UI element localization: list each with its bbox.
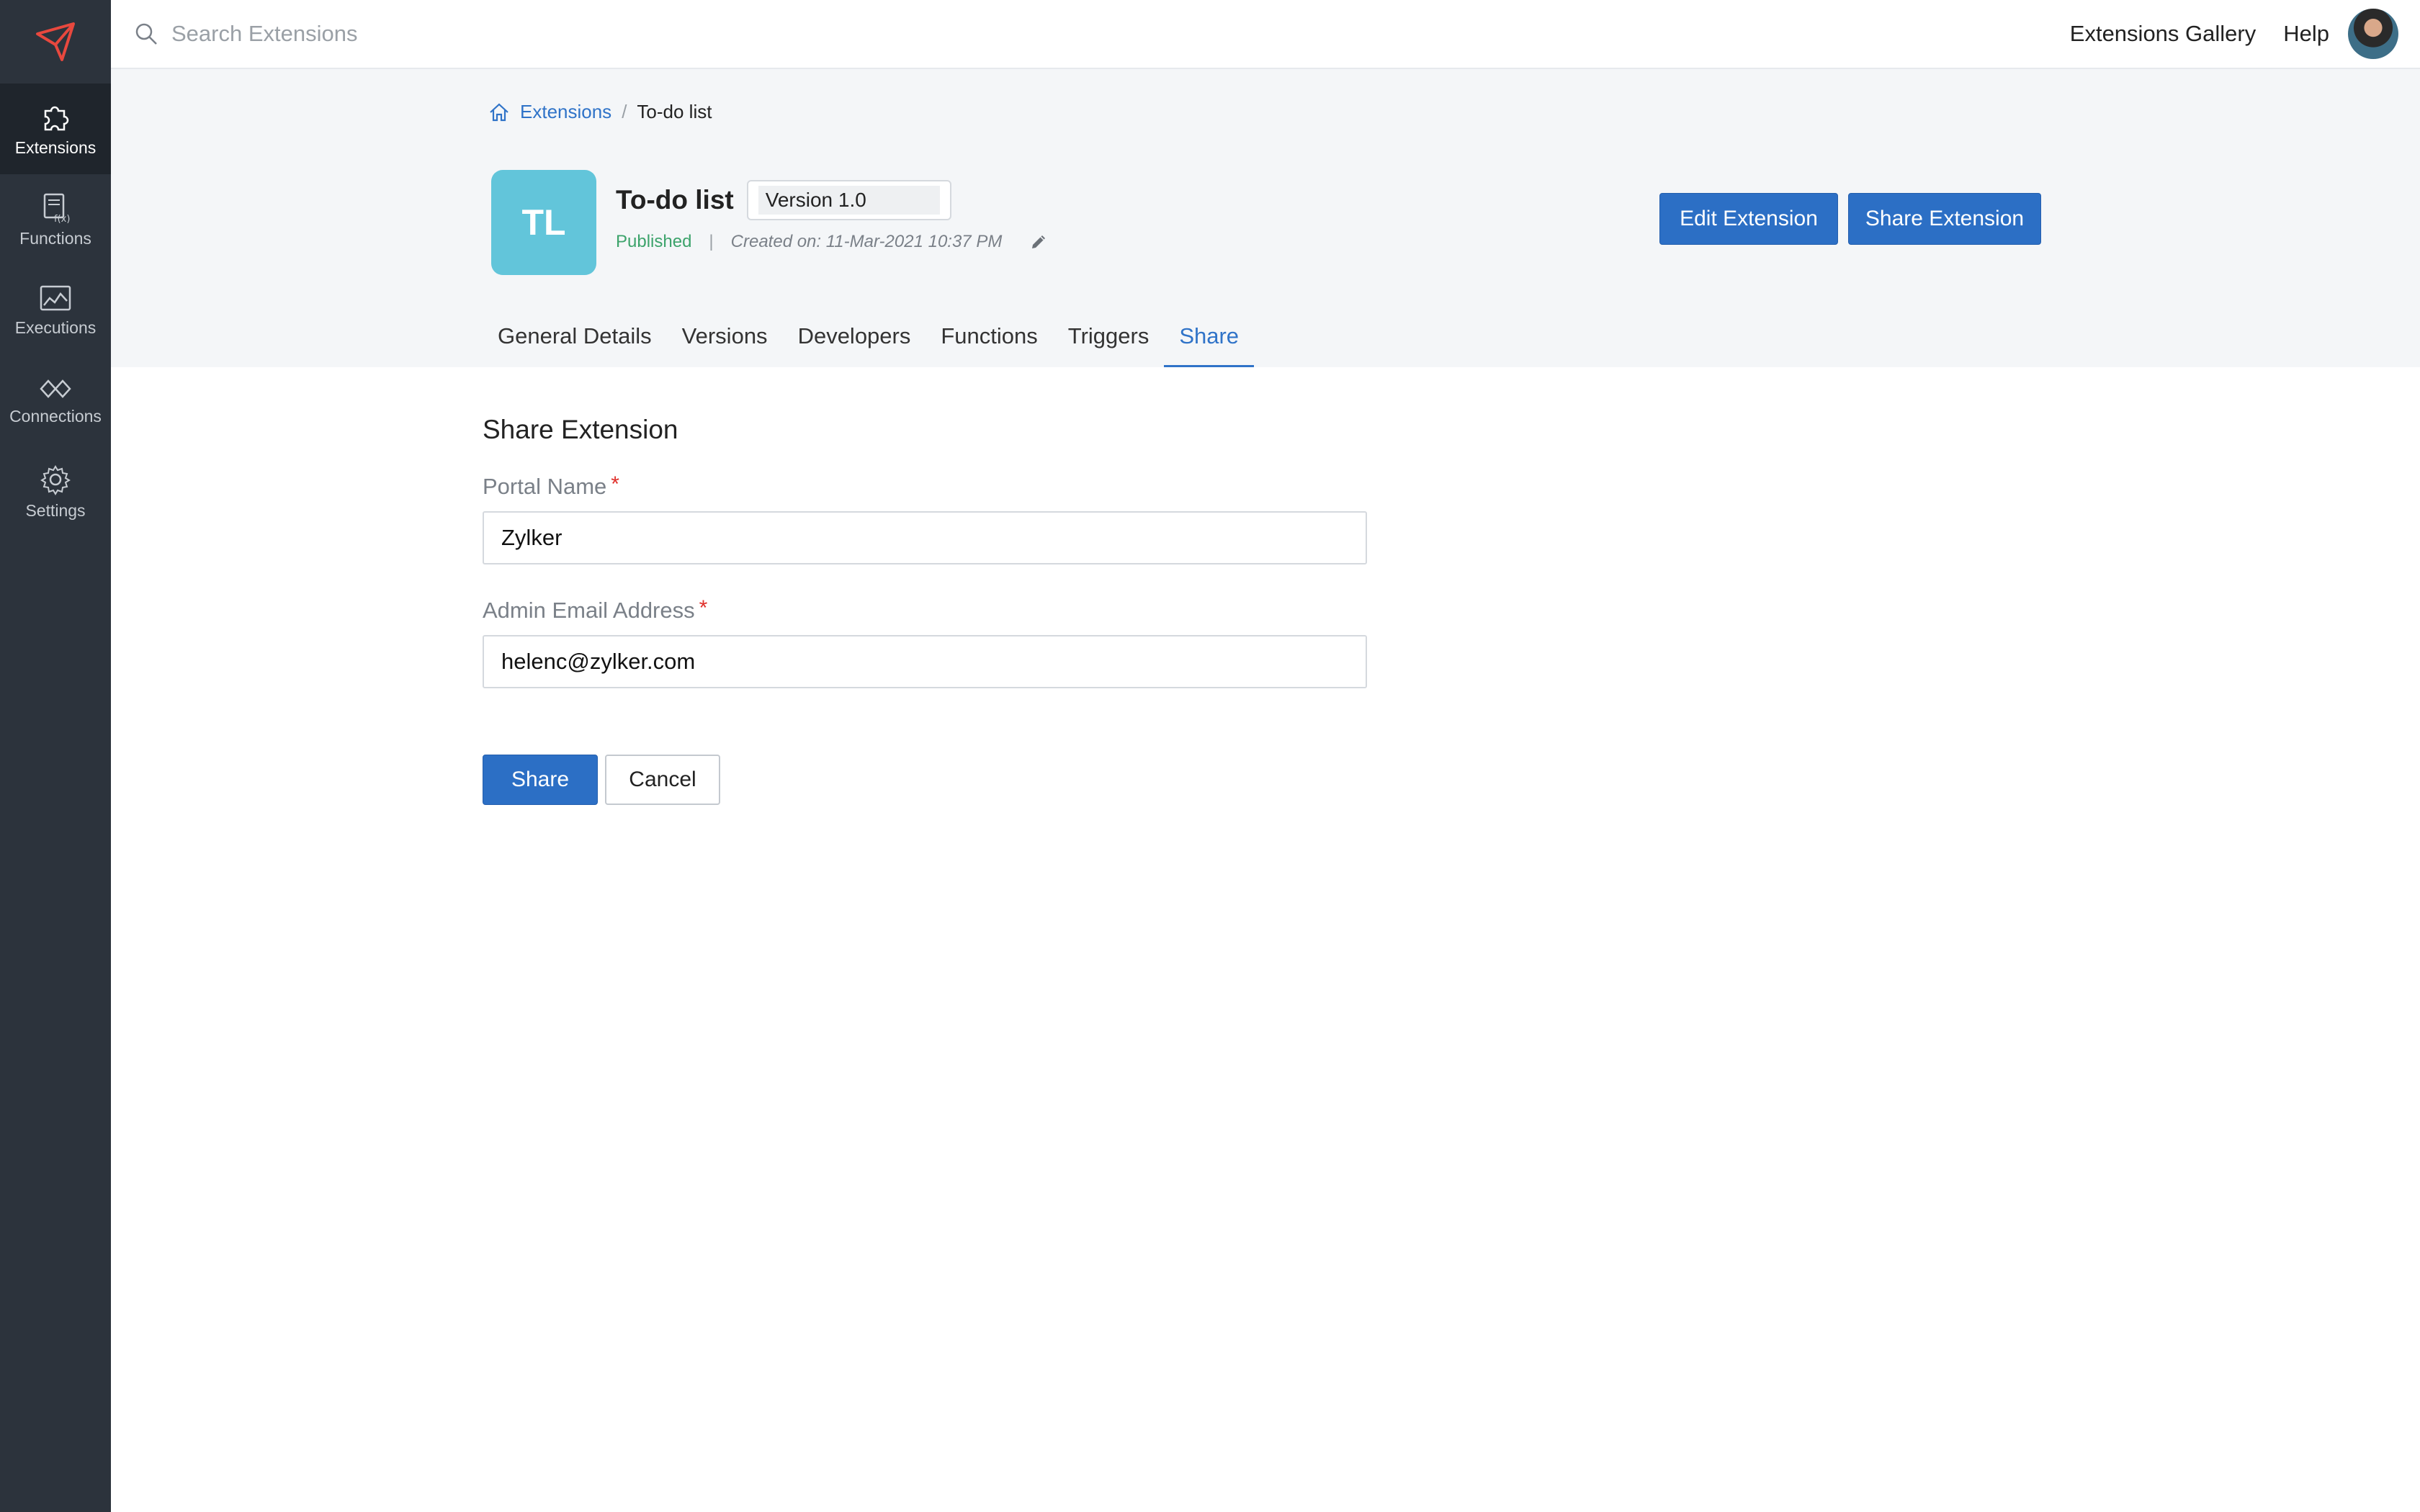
sidebar-item-executions[interactable]: Executions — [0, 265, 111, 356]
gear-icon — [40, 464, 71, 495]
portal-name-input[interactable] — [483, 511, 1367, 564]
connections-link-icon — [40, 379, 71, 398]
tab-bar: General Details Versions Developers Func… — [483, 307, 1255, 367]
help-link[interactable]: Help — [2283, 21, 2329, 47]
pencil-icon[interactable] — [1029, 233, 1048, 251]
share-button[interactable]: Share — [483, 755, 598, 805]
tab-general-details[interactable]: General Details — [483, 307, 667, 367]
breadcrumb-current: To-do list — [637, 101, 712, 122]
sidebar-item-functions[interactable]: f(x) Functions — [0, 174, 111, 265]
sidebar: Extensions f(x) Functions Executions Con… — [0, 0, 111, 1512]
breadcrumb-extensions-link[interactable]: Extensions — [520, 101, 611, 123]
cancel-button[interactable]: Cancel — [605, 755, 720, 805]
tab-versions[interactable]: Versions — [667, 307, 783, 367]
avatar[interactable] — [2348, 9, 2398, 59]
tab-functions[interactable]: Functions — [926, 307, 1052, 367]
app-logo[interactable] — [0, 0, 111, 84]
puzzle-icon — [44, 106, 69, 130]
zoho-flow-arrow-icon — [36, 22, 75, 61]
tab-triggers[interactable]: Triggers — [1053, 307, 1165, 367]
meta-separator: | — [709, 232, 714, 251]
sidebar-item-connections[interactable]: Connections — [0, 356, 111, 446]
portal-name-label: Portal Name * — [483, 474, 619, 500]
admin-email-label: Admin Email Address * — [483, 598, 707, 624]
sidebar-item-label: Settings — [25, 500, 86, 520]
extension-tile: TL — [491, 170, 596, 275]
tab-share[interactable]: Share — [1164, 307, 1255, 367]
sidebar-item-label: Executions — [14, 318, 97, 337]
breadcrumb-separator: / — [622, 101, 627, 122]
created-date: Created on: 11-Mar-2021 10:37 PM — [730, 232, 1003, 251]
tab-developers[interactable]: Developers — [783, 307, 926, 367]
function-icon: f(x) — [43, 193, 70, 223]
version-select[interactable]: Version 1.0 — [746, 180, 951, 220]
sidebar-item-extensions[interactable]: Extensions — [0, 84, 111, 174]
version-value: Version 1.0 — [758, 186, 940, 215]
status-badge: Published — [616, 232, 692, 251]
sidebar-item-settings[interactable]: Settings — [0, 446, 111, 537]
portal-name-label-text: Portal Name — [483, 474, 607, 499]
svg-text:f(x): f(x) — [54, 214, 70, 223]
sidebar-item-label: Functions — [19, 228, 91, 248]
search-input[interactable] — [171, 21, 604, 47]
share-extension-button[interactable]: Share Extension — [1848, 193, 2041, 245]
top-right-nav: Extensions Gallery Help — [2043, 9, 2398, 59]
extensions-gallery-link[interactable]: Extensions Gallery — [2070, 21, 2256, 47]
sidebar-item-label: Extensions — [14, 138, 97, 157]
extension-header: Extensions / To-do list TL To-do list Ve… — [111, 69, 2420, 367]
executions-chart-icon — [40, 285, 71, 310]
sidebar-item-label: Connections — [9, 406, 102, 426]
top-bar: Extensions Gallery Help — [111, 0, 2420, 69]
breadcrumb: Extensions / To-do list — [488, 101, 712, 123]
extension-title-row: To-do list Version 1.0 — [616, 180, 951, 220]
search-icon — [135, 23, 157, 45]
required-asterisk: * — [699, 596, 708, 620]
form-title: Share Extension — [483, 415, 678, 444]
required-asterisk: * — [611, 472, 619, 496]
home-icon[interactable] — [488, 102, 510, 122]
extension-title: To-do list — [616, 185, 734, 215]
admin-email-input[interactable] — [483, 635, 1367, 688]
search-bar — [134, 21, 604, 47]
share-form: Share Extension Portal Name * Admin Emai… — [483, 415, 1368, 805]
admin-email-label-text: Admin Email Address — [483, 598, 695, 623]
edit-extension-button[interactable]: Edit Extension — [1659, 193, 1838, 245]
extension-meta: Published | Created on: 11-Mar-2021 10:3… — [616, 232, 1048, 252]
